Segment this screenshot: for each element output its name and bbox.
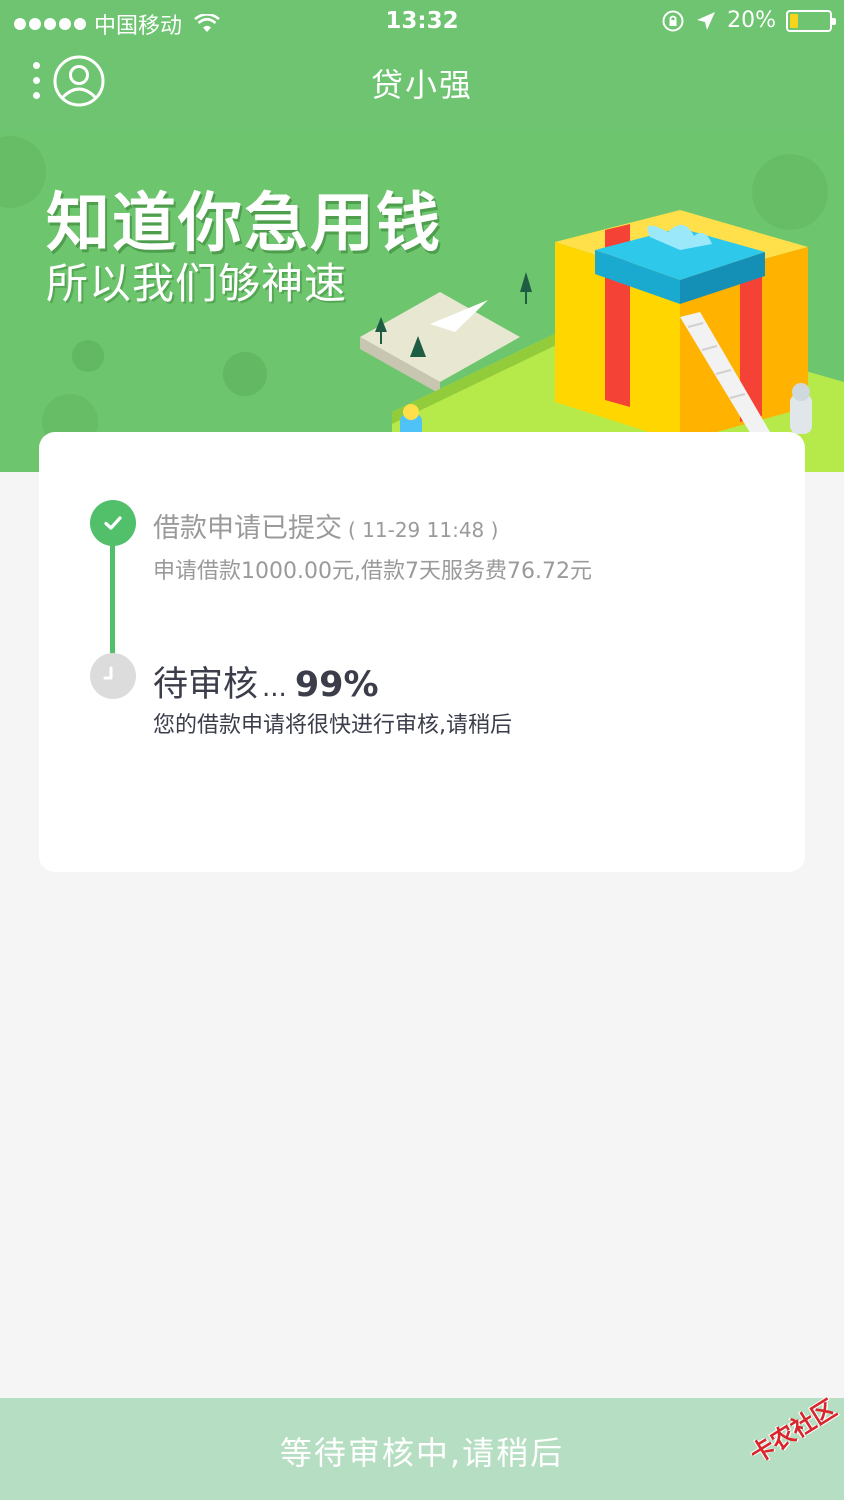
promo-banner[interactable]: 知道你急用钱 所以我们够神速 [0, 132, 844, 472]
loan-status-card [39, 432, 805, 872]
page-title: 贷小强 [370, 66, 473, 104]
battery-percent: 20% [727, 8, 776, 33]
step-submitted-label: 借款申请已提交 [153, 513, 342, 544]
step-pending-ellipsis: ... [262, 673, 287, 703]
banner-subline: 所以我们够神速 [46, 259, 348, 308]
step-pending-label: 待审核 [153, 665, 259, 705]
status-right: 20% [661, 8, 836, 33]
rotation-lock-icon [662, 10, 684, 31]
app-header: 中国移动 13:32 20% 贷小强 [0, 0, 844, 132]
battery-fill [790, 13, 798, 28]
nav-bar: 贷小强 [0, 44, 844, 124]
step-submitted-title: 借款申请已提交( 11-29 11:48 ) [153, 506, 498, 545]
step-pending-title: 待审核... 99% [153, 656, 379, 707]
status-bar: 中国移动 13:32 20% [0, 0, 844, 44]
clock-icon [90, 653, 136, 699]
waiting-review-button[interactable]: 等待审核中,请稍后 [0, 1398, 844, 1500]
step-submitted-description: 申请借款1000.00元,借款7天服务费76.72元 [153, 559, 592, 584]
check-icon [90, 500, 136, 546]
timeline-connector [110, 545, 115, 655]
battery-icon [786, 9, 836, 32]
waiting-review-label: 等待审核中,请稍后 [279, 1434, 565, 1472]
step-pending-description: 您的借款申请将很快进行审核,请稍后 [153, 713, 512, 738]
location-icon [697, 11, 716, 30]
review-progress-percent: 99% [294, 665, 379, 705]
step-submitted-time: ( 11-29 11:48 ) [348, 518, 499, 542]
